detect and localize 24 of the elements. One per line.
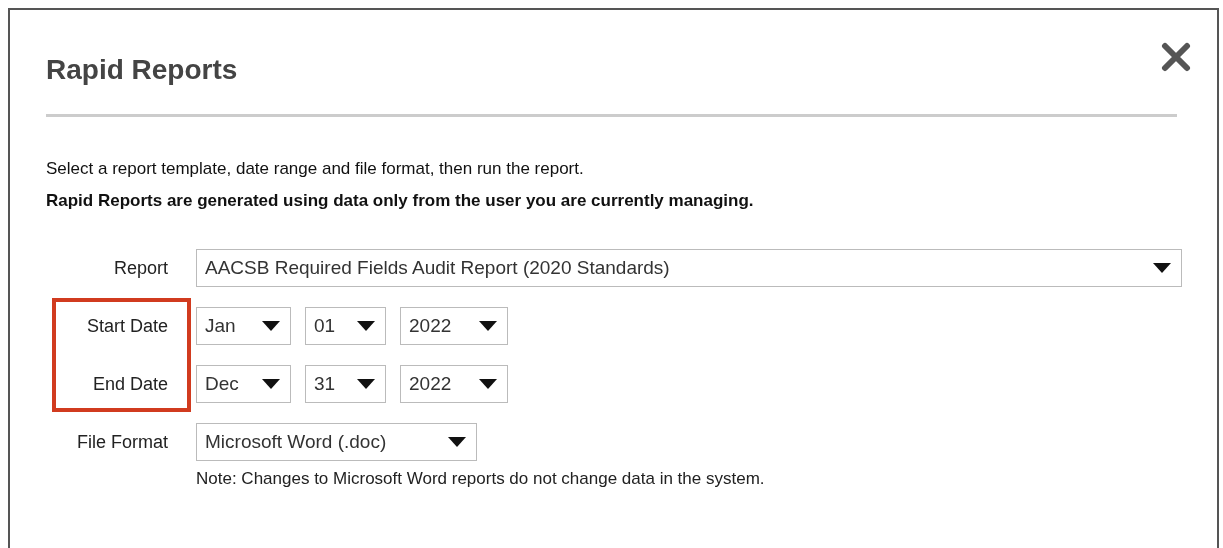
day-select[interactable]: 01 <box>305 307 386 345</box>
caret-icon <box>262 379 280 389</box>
year-select[interactable]: 2022 <box>400 365 508 403</box>
field-label: End Date <box>91 372 168 396</box>
caret-icon <box>262 321 280 331</box>
intro-text: Select a report template, date range and file format, then run the report. <box>46 159 585 179</box>
caret-icon <box>479 321 497 331</box>
field-label: Report <box>112 257 168 279</box>
caret-icon <box>1153 263 1171 273</box>
format-select[interactable]: Microsoft Word (.doc) <box>196 423 477 461</box>
caret-icon <box>448 437 466 447</box>
year-select[interactable]: 2022 <box>400 307 508 345</box>
caret-icon <box>479 379 497 389</box>
caret-icon <box>357 379 375 389</box>
field-label: File Format <box>76 431 168 453</box>
caret-icon <box>357 321 375 331</box>
notice-text: Rapid Reports are generated using data only from the user you are currently managing. <box>46 191 755 211</box>
note-text: Note: Changes to Microsoft Word reports do not change data in the system. <box>196 469 766 489</box>
month-select[interactable]: Jan <box>196 307 291 345</box>
field-label: Start Date <box>85 314 168 338</box>
month-select[interactable]: Dec <box>196 365 291 403</box>
day-select[interactable]: 31 <box>305 365 386 403</box>
dialog-title: Rapid Reports <box>46 54 238 86</box>
report-select[interactable]: AACSB Required Fields Audit Report (2020 Standards) <box>196 249 1182 287</box>
